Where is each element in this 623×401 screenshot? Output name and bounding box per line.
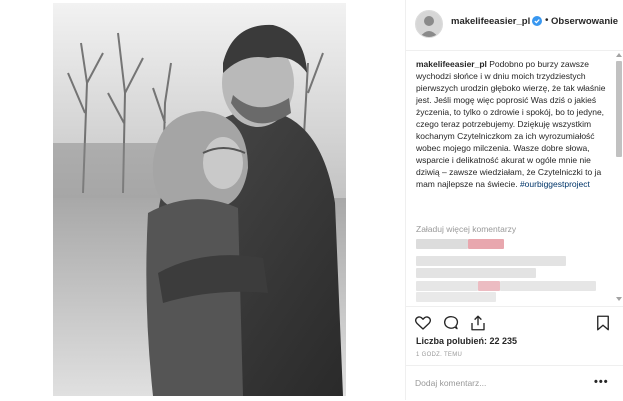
post-timestamp[interactable]: 1 GODZ. TEMU	[416, 352, 462, 358]
comment-input[interactable]	[415, 376, 585, 390]
share-button[interactable]	[469, 314, 487, 332]
couple-photo-image	[53, 3, 346, 396]
heart-icon	[414, 316, 432, 330]
caption-text: Podobno po burzy zawsze wychodzi słońce …	[416, 59, 606, 189]
verified-badge-icon	[532, 16, 542, 26]
post-photo[interactable]	[53, 3, 346, 396]
caption-hashtag[interactable]: #ourbiggestproject	[520, 179, 590, 189]
header-username[interactable]: makelifeeasier_pl	[451, 16, 530, 27]
bookmark-icon	[597, 315, 609, 331]
comment-button[interactable]	[442, 314, 460, 332]
comments-scrollbar[interactable]	[615, 52, 622, 302]
load-more-comments-link[interactable]: Załaduj więcej komentarzy	[416, 224, 516, 234]
post-caption: makelifeeasier_pl Podobno po burzy zawsz…	[416, 58, 612, 190]
header-separator: •	[545, 15, 549, 26]
save-button[interactable]	[594, 314, 612, 332]
post-header: makelifeeasier_pl • Obserwowanie	[406, 0, 623, 51]
scroll-up-arrow-icon[interactable]	[616, 52, 622, 58]
comment-icon	[443, 315, 459, 330]
post-details-panel: makelifeeasier_pl • Obserwowanie makelif…	[405, 0, 623, 400]
like-button[interactable]	[414, 314, 432, 332]
scroll-down-arrow-icon[interactable]	[616, 296, 622, 302]
scrollbar-thumb[interactable]	[616, 61, 622, 157]
add-comment-section: •••	[406, 365, 623, 401]
avatar[interactable]	[415, 10, 443, 38]
post-action-bar	[406, 306, 623, 335]
following-button[interactable]: Obserwowanie	[551, 16, 618, 27]
share-icon	[471, 315, 485, 331]
like-count[interactable]: Liczba polubień: 22 235	[416, 336, 517, 346]
more-options-button[interactable]: •••	[594, 376, 609, 388]
caption-username[interactable]: makelifeeasier_pl	[416, 59, 487, 69]
